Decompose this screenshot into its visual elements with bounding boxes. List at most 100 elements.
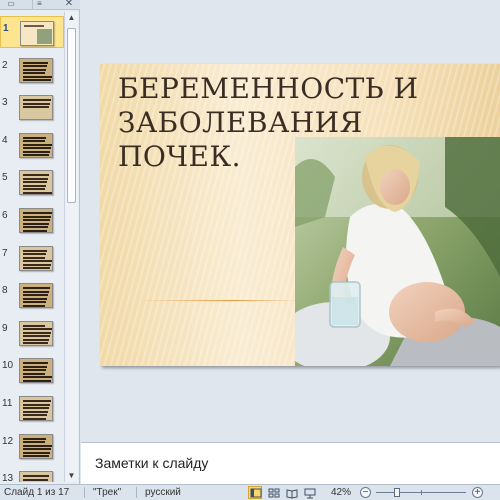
slide-editing-area: БЕРЕМЕННОСТЬ И ЗАБОЛЕВАНИЯ ПОЧЕК.	[81, 0, 500, 442]
slide-preview	[19, 57, 53, 83]
slide-thumbnail-13[interactable]: 13	[0, 467, 64, 482]
preview-text-line	[23, 68, 46, 71]
preview-text-line	[23, 444, 52, 447]
preview-text-line	[23, 249, 47, 252]
slide-thumbnail-3[interactable]: 3	[0, 91, 64, 123]
preview-text-line	[23, 403, 50, 406]
slide-number: 12	[2, 435, 14, 447]
slide-preview	[19, 170, 53, 196]
normal-view-icon	[250, 488, 262, 498]
preview-text-line	[23, 407, 49, 409]
preview-text-line	[23, 147, 51, 150]
thumbnail-scrollbar[interactable]: ▲ ▼	[64, 12, 78, 482]
reading-view-icon	[286, 489, 298, 499]
preview-text-line	[23, 441, 45, 444]
preview-text-line	[23, 99, 51, 102]
slide-number: 8	[2, 285, 8, 297]
slide-thumbnail-1[interactable]: 1	[0, 16, 64, 48]
powerpoint-window: ▭ ≡ ✕ 1 2 3 4 5 6 7 8 9 10 11 12 13 ▲ ▼ БЕРЕМЕННОСТЬ…	[0, 0, 500, 500]
normal-view-button[interactable]	[248, 486, 262, 499]
slide-thumbnail-8[interactable]: 8	[0, 279, 64, 311]
zoom-out-button[interactable]: −	[360, 487, 371, 498]
slide-thumbnail-6[interactable]: 6	[0, 204, 64, 236]
preview-text-line	[23, 229, 47, 232]
preview-text-line	[23, 177, 48, 180]
slide-number: 11	[2, 398, 13, 409]
slide-thumbnail-2[interactable]: 2	[0, 54, 64, 86]
preview-text-line	[23, 226, 48, 228]
preview-text-line	[23, 365, 47, 368]
slide-thumbnail-5[interactable]: 5	[0, 166, 64, 198]
preview-text-line	[23, 136, 46, 139]
notes-placeholder[interactable]: Заметки к слайду	[95, 455, 208, 471]
slide-number: 3	[2, 97, 8, 109]
preview-text-line	[23, 72, 45, 75]
slide-thumbnail-4[interactable]: 4	[0, 129, 64, 161]
preview-text-line	[23, 304, 45, 307]
slide-sorter-icon	[268, 488, 280, 498]
preview-text-line	[23, 376, 52, 379]
zoom-level[interactable]: 42%	[331, 487, 351, 498]
preview-text-line	[23, 372, 45, 375]
slide-number: 5	[2, 172, 8, 184]
slide-thumbnail-11[interactable]: 11	[0, 392, 64, 424]
preview-text-line	[23, 191, 52, 194]
slide-photo[interactable]	[295, 137, 500, 366]
slide-number: 2	[2, 59, 8, 71]
slide-counter: Слайд 1 из 17	[4, 487, 70, 498]
slide-sorter-view-button[interactable]	[266, 486, 280, 499]
slide-show-icon	[304, 488, 316, 499]
preview-text-line	[23, 106, 49, 109]
slide-preview	[20, 21, 54, 46]
notes-pane[interactable]: Заметки к слайду	[81, 442, 500, 484]
slide-preview	[19, 208, 53, 233]
preview-text-line	[23, 181, 47, 184]
slide-thumbnail-9[interactable]: 9	[0, 317, 64, 349]
preview-text-line	[23, 301, 46, 304]
scroll-up-icon[interactable]: ▲	[65, 12, 78, 24]
preview-text-line	[23, 215, 51, 218]
preview-text-line	[23, 338, 49, 341]
language[interactable]: русский	[145, 487, 181, 498]
preview-text-line	[23, 324, 45, 327]
scroll-down-icon[interactable]: ▼	[65, 470, 78, 482]
preview-text-line	[23, 174, 49, 177]
slide-show-button[interactable]	[302, 486, 316, 499]
preview-text-line	[23, 417, 46, 420]
slide-number: 13	[2, 473, 14, 482]
preview-text-line	[23, 294, 48, 297]
preview-text-line	[23, 290, 49, 293]
preview-text-line	[23, 335, 50, 338]
thumbnail-list: 1 2 3 4 5 6 7 8 9 10 11 12 13	[0, 12, 64, 482]
preview-text-line	[23, 256, 45, 259]
slide-thumbnail-7[interactable]: 7	[0, 242, 64, 274]
slide-preview	[19, 132, 53, 158]
status-bar: Слайд 1 из 17 "Трек" русский 42% − +	[0, 484, 500, 500]
preview-text-line	[23, 260, 52, 263]
current-slide[interactable]: БЕРЕМЕННОСТЬ И ЗАБОЛЕВАНИЯ ПОЧЕК.	[100, 64, 500, 366]
preview-text-line	[23, 154, 49, 157]
slides-tab-icon[interactable]: ▭	[4, 0, 18, 9]
preview-text-line	[23, 102, 50, 105]
outline-tab-icon[interactable]: ≡	[32, 0, 46, 9]
reading-view-button[interactable]	[284, 486, 298, 499]
preview-text-line	[23, 451, 50, 454]
slide-preview	[19, 433, 53, 459]
zoom-slider-knob[interactable]	[394, 488, 400, 497]
preview-text-line	[23, 362, 48, 365]
preview-text-line	[23, 478, 48, 481]
slide-title-line-1: БЕРЕМЕННОСТЬ И	[118, 72, 419, 105]
preview-text-line	[23, 328, 52, 331]
scrollbar-thumb[interactable]	[67, 28, 76, 203]
preview-text-line	[23, 61, 48, 64]
slide-preview	[19, 320, 53, 346]
slide-thumbnail-10[interactable]: 10	[0, 354, 64, 386]
preview-text-line	[23, 448, 51, 451]
slide-number: 9	[2, 322, 8, 334]
preview-text-line	[23, 369, 46, 372]
zoom-in-button[interactable]: +	[472, 487, 483, 498]
slide-thumbnail-12[interactable]: 12	[0, 430, 64, 462]
close-pane-icon[interactable]: ✕	[62, 0, 76, 9]
preview-photo	[37, 29, 52, 44]
preview-text-line	[23, 188, 45, 191]
